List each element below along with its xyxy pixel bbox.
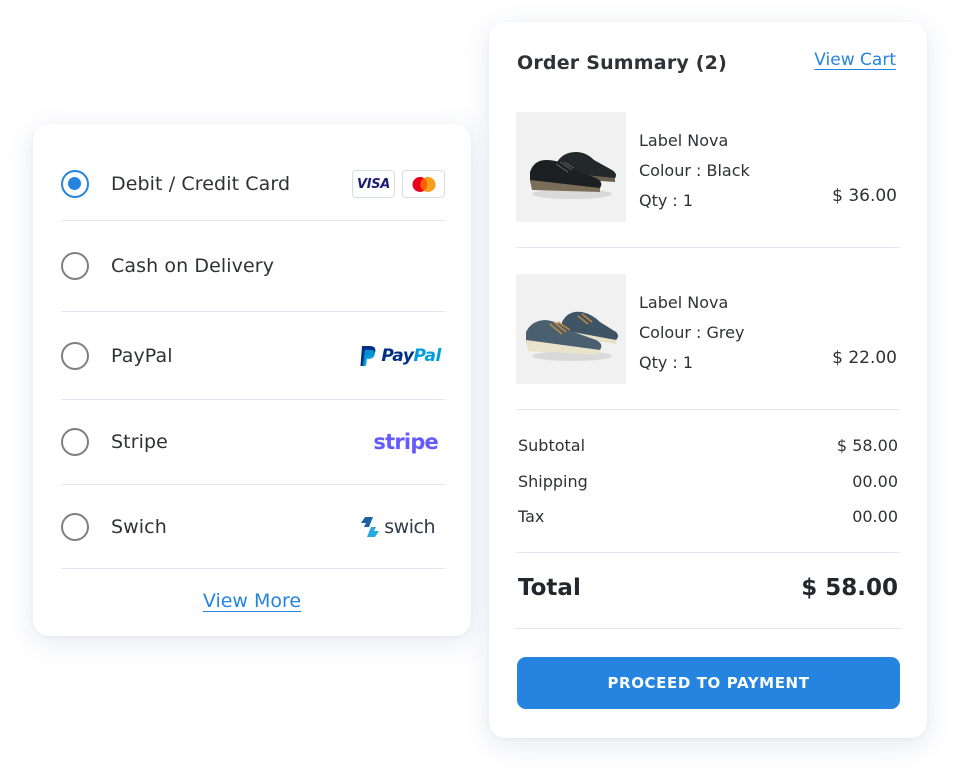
proceed-to-payment-button[interactable]: PROCEED TO PAYMENT <box>517 657 900 709</box>
total-value: $ 58.00 <box>801 575 898 601</box>
item-qty: Qty : 1 <box>639 353 694 372</box>
item-name: Label Nova <box>639 293 729 312</box>
view-more-link[interactable]: View More <box>203 590 301 612</box>
order-summary-card: Order Summary (2) View Cart Label Nova C… <box>489 22 927 738</box>
item-price: $ 36.00 <box>832 186 897 206</box>
radio-swich[interactable] <box>61 512 89 541</box>
payment-option-label: Debit / Credit Card <box>111 173 291 195</box>
subtotal-value: $ 58.00 <box>836 436 898 455</box>
shipping-label: Shipping <box>518 472 588 491</box>
payment-option-label: Swich <box>111 515 167 538</box>
divider <box>516 552 900 553</box>
subtotal-label: Subtotal <box>518 436 586 455</box>
item-colour: Colour : Grey <box>639 323 745 342</box>
product-image-grey-sneaker[interactable] <box>516 274 626 384</box>
item-qty: Qty : 1 <box>639 191 694 210</box>
item-details: Label Nova Colour : Black Qty : 1 <box>639 126 750 216</box>
mastercard-icon <box>402 170 445 198</box>
radio-stripe[interactable] <box>61 428 89 456</box>
payment-option-label: Cash on Delivery <box>111 255 275 277</box>
item-colour: Colour : Black <box>639 161 750 180</box>
payment-methods-card: Debit / Credit Card VISA Cash on Deliver… <box>33 124 471 636</box>
payment-option-label: Stripe <box>111 431 168 453</box>
radio-debit-credit-card[interactable] <box>61 170 89 198</box>
payment-option-paypal[interactable]: PayPal PayPal <box>61 312 445 400</box>
subtotal-row: Subtotal $ 58.00 <box>518 436 898 455</box>
swich-icon <box>361 516 380 537</box>
paypal-icon <box>360 345 376 366</box>
shipping-value: 00.00 <box>852 472 898 491</box>
swich-logo: swich <box>359 515 435 539</box>
payment-option-label: PayPal <box>111 344 173 367</box>
visa-icon: VISA <box>352 170 395 198</box>
tax-label: Tax <box>518 507 545 526</box>
total-label: Total <box>518 575 581 601</box>
view-more-wrapper: View More <box>33 590 471 612</box>
card-logos: VISA <box>352 170 445 198</box>
total-row: Total $ 58.00 <box>518 575 898 601</box>
order-summary-title: Order Summary (2) <box>517 52 727 74</box>
view-cart-link[interactable]: View Cart <box>814 50 896 70</box>
tax-row: Tax 00.00 <box>518 507 898 526</box>
item-price: $ 22.00 <box>832 348 897 368</box>
item-details: Label Nova Colour : Grey Qty : 1 <box>639 288 744 378</box>
shipping-row: Shipping 00.00 <box>518 472 898 491</box>
product-image-black-sneaker[interactable] <box>516 112 626 222</box>
payment-option-swich[interactable]: Swich swich <box>61 485 445 569</box>
paypal-logo: PayPal <box>359 345 441 367</box>
radio-cash-on-delivery[interactable] <box>61 252 89 280</box>
cart-item: Label Nova Colour : Grey Qty : 1 $ 22.00 <box>516 274 900 410</box>
payment-option-stripe[interactable]: Stripe stripe <box>61 400 445 485</box>
tax-value: 00.00 <box>852 507 898 526</box>
cart-item: Label Nova Colour : Black Qty : 1 $ 36.0… <box>516 112 900 248</box>
divider <box>516 628 900 629</box>
item-name: Label Nova <box>639 131 729 150</box>
payment-option-cod[interactable]: Cash on Delivery <box>61 221 445 312</box>
stripe-logo: stripe <box>373 430 438 454</box>
radio-paypal[interactable] <box>61 341 89 370</box>
payment-option-card[interactable]: Debit / Credit Card VISA <box>61 148 445 221</box>
